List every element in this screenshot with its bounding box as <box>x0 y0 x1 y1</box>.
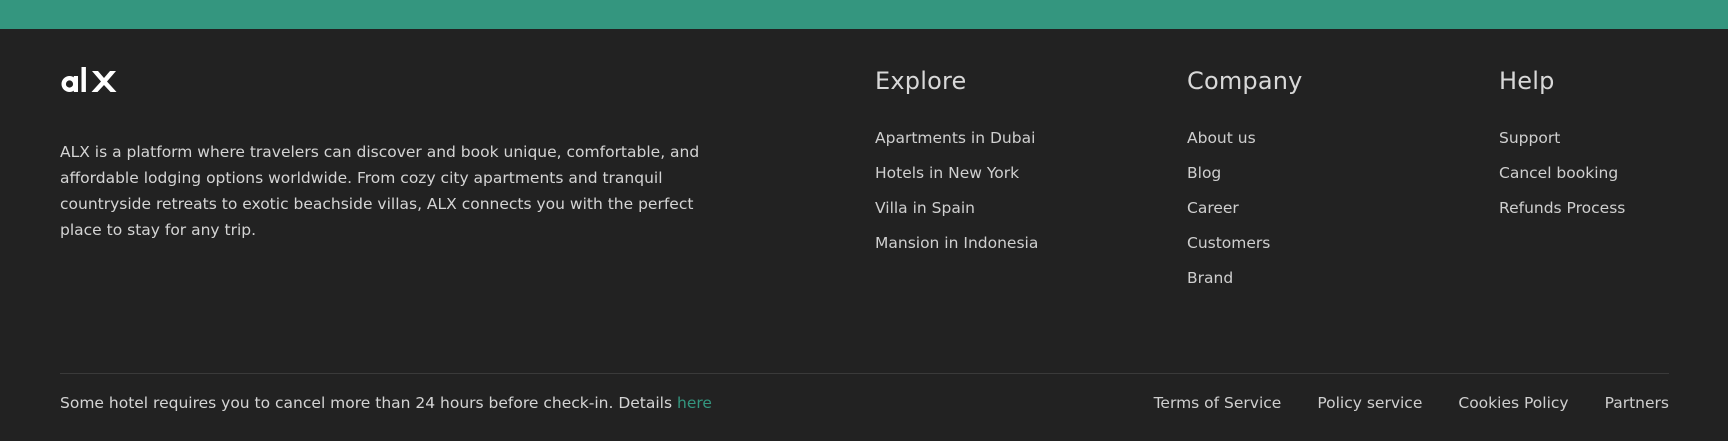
cancellation-notice-text: Some hotel requires you to cancel more t… <box>60 394 677 412</box>
help-heading: Help <box>1499 67 1555 95</box>
explore-heading: Explore <box>875 67 967 95</box>
policy-service-link[interactable]: Policy service <box>1317 391 1422 415</box>
explore-link-dubai[interactable]: Apartments in Dubai <box>875 121 1135 156</box>
alx-logo[interactable] <box>60 65 122 95</box>
explore-links: Apartments in Dubai Hotels in New York V… <box>875 121 1135 261</box>
help-link-cancel-booking[interactable]: Cancel booking <box>1499 156 1728 191</box>
cookies-policy-link[interactable]: Cookies Policy <box>1458 391 1568 415</box>
company-link-about[interactable]: About us <box>1187 121 1447 156</box>
cancellation-notice: Some hotel requires you to cancel more t… <box>60 391 712 415</box>
company-links: About us Blog Career Customers Brand <box>1187 121 1447 296</box>
terms-of-service-link[interactable]: Terms of Service <box>1154 391 1282 415</box>
company-heading: Company <box>1187 67 1303 95</box>
explore-column: Explore Apartments in Dubai Hotels in Ne… <box>875 65 1038 252</box>
help-column: Help Support Cancel booking Refunds Proc… <box>1499 65 1625 217</box>
explore-link-new-york[interactable]: Hotels in New York <box>875 156 1135 191</box>
partners-link[interactable]: Partners <box>1605 391 1669 415</box>
top-accent-band <box>0 0 1728 29</box>
explore-link-indonesia[interactable]: Mansion in Indonesia <box>875 226 1135 261</box>
footer-divider <box>60 373 1669 374</box>
help-link-support[interactable]: Support <box>1499 121 1728 156</box>
company-link-brand[interactable]: Brand <box>1187 261 1447 296</box>
details-here-link[interactable]: here <box>677 394 712 412</box>
legal-links: Terms of Service Policy service Cookies … <box>1154 391 1669 415</box>
company-link-blog[interactable]: Blog <box>1187 156 1447 191</box>
company-column: Company About us Blog Career Customers B… <box>1187 65 1303 287</box>
site-footer: ALX is a platform where travelers can di… <box>0 29 1728 441</box>
explore-link-spain[interactable]: Villa in Spain <box>875 191 1135 226</box>
about-description: ALX is a platform where travelers can di… <box>60 142 700 239</box>
company-link-career[interactable]: Career <box>1187 191 1447 226</box>
alx-logo-mark <box>61 67 117 92</box>
help-links: Support Cancel booking Refunds Process <box>1499 121 1728 226</box>
help-link-refunds[interactable]: Refunds Process <box>1499 191 1728 226</box>
company-link-customers[interactable]: Customers <box>1187 226 1447 261</box>
